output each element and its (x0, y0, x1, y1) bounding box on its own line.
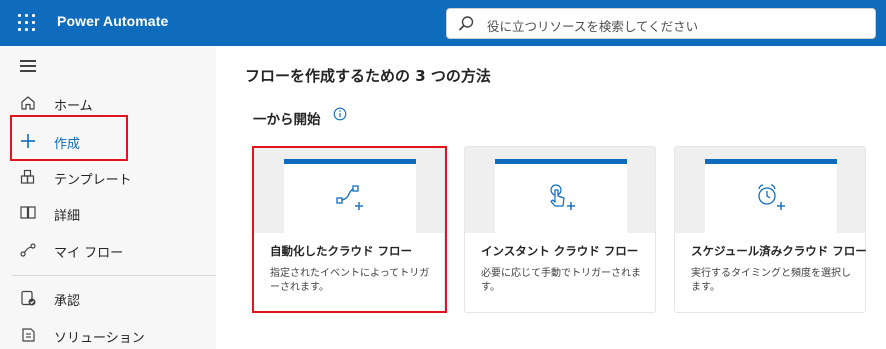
nav-label-my-flows: マイ フロー (54, 246, 124, 261)
page-title: フローを作成するための 3 つの方法 (245, 67, 491, 85)
book-icon (20, 206, 36, 219)
instant-flow-icon (550, 184, 575, 210)
app-launcher-icon[interactable] (17, 13, 37, 33)
card-illustration (465, 147, 655, 233)
nav-label-home: ホーム (54, 99, 93, 114)
nav-item-my-flows[interactable]: マイ フロー (0, 233, 216, 267)
card-title: インスタント クラウド フロー (481, 244, 639, 258)
app-title[interactable]: Power Automate (57, 13, 168, 29)
nav-item-solutions[interactable]: ソリューション (0, 318, 216, 349)
flow-icon (20, 243, 36, 257)
nav-label-templates: テンプレート (54, 173, 132, 188)
solutions-icon (22, 328, 35, 342)
top-bar: Power Automate 役に立つリソースを検索してください (0, 0, 886, 46)
card-instant-flow[interactable]: インスタント クラウド フロー 必要に応じて手動でトリガーされます。 (464, 146, 656, 313)
search-icon (458, 16, 474, 31)
search-input[interactable]: 役に立つリソースを検索してください (446, 8, 876, 39)
card-title: スケジュール済みクラウド フロー (691, 244, 867, 258)
card-illustration (675, 147, 865, 233)
section-title: 一から開始 (253, 112, 321, 128)
approvals-icon (21, 290, 36, 306)
card-scheduled-flow[interactable]: スケジュール済みクラウド フロー 実行するタイミングと頻度を選択します。 (674, 146, 867, 313)
nav-item-approvals[interactable]: 承認 (0, 281, 216, 315)
automated-flow-highlight-box (252, 146, 447, 313)
nav-label-solutions: ソリューション (54, 331, 145, 346)
info-icon[interactable] (333, 107, 347, 121)
hamburger-menu-icon[interactable] (20, 60, 36, 72)
create-highlight-box (10, 115, 128, 161)
scheduled-flow-icon (758, 184, 785, 210)
nav-item-templates[interactable]: テンプレート (0, 160, 216, 194)
search-placeholder: 役に立つリソースを検索してください (487, 19, 699, 34)
card-description: 必要に応じて手動でトリガーされます。 (481, 268, 641, 293)
left-navigation: ホーム 作成 テンプレート 詳細 マイ フロー 承認 ソリューション (0, 46, 216, 349)
nav-label-learn: 詳細 (54, 209, 81, 224)
nav-item-learn[interactable]: 詳細 (0, 196, 216, 230)
home-icon (21, 96, 35, 110)
templates-icon (20, 169, 35, 184)
card-description: 実行するタイミングと頻度を選択します。 (691, 268, 851, 293)
nav-label-approvals: 承認 (54, 294, 81, 309)
nav-divider (12, 275, 216, 276)
